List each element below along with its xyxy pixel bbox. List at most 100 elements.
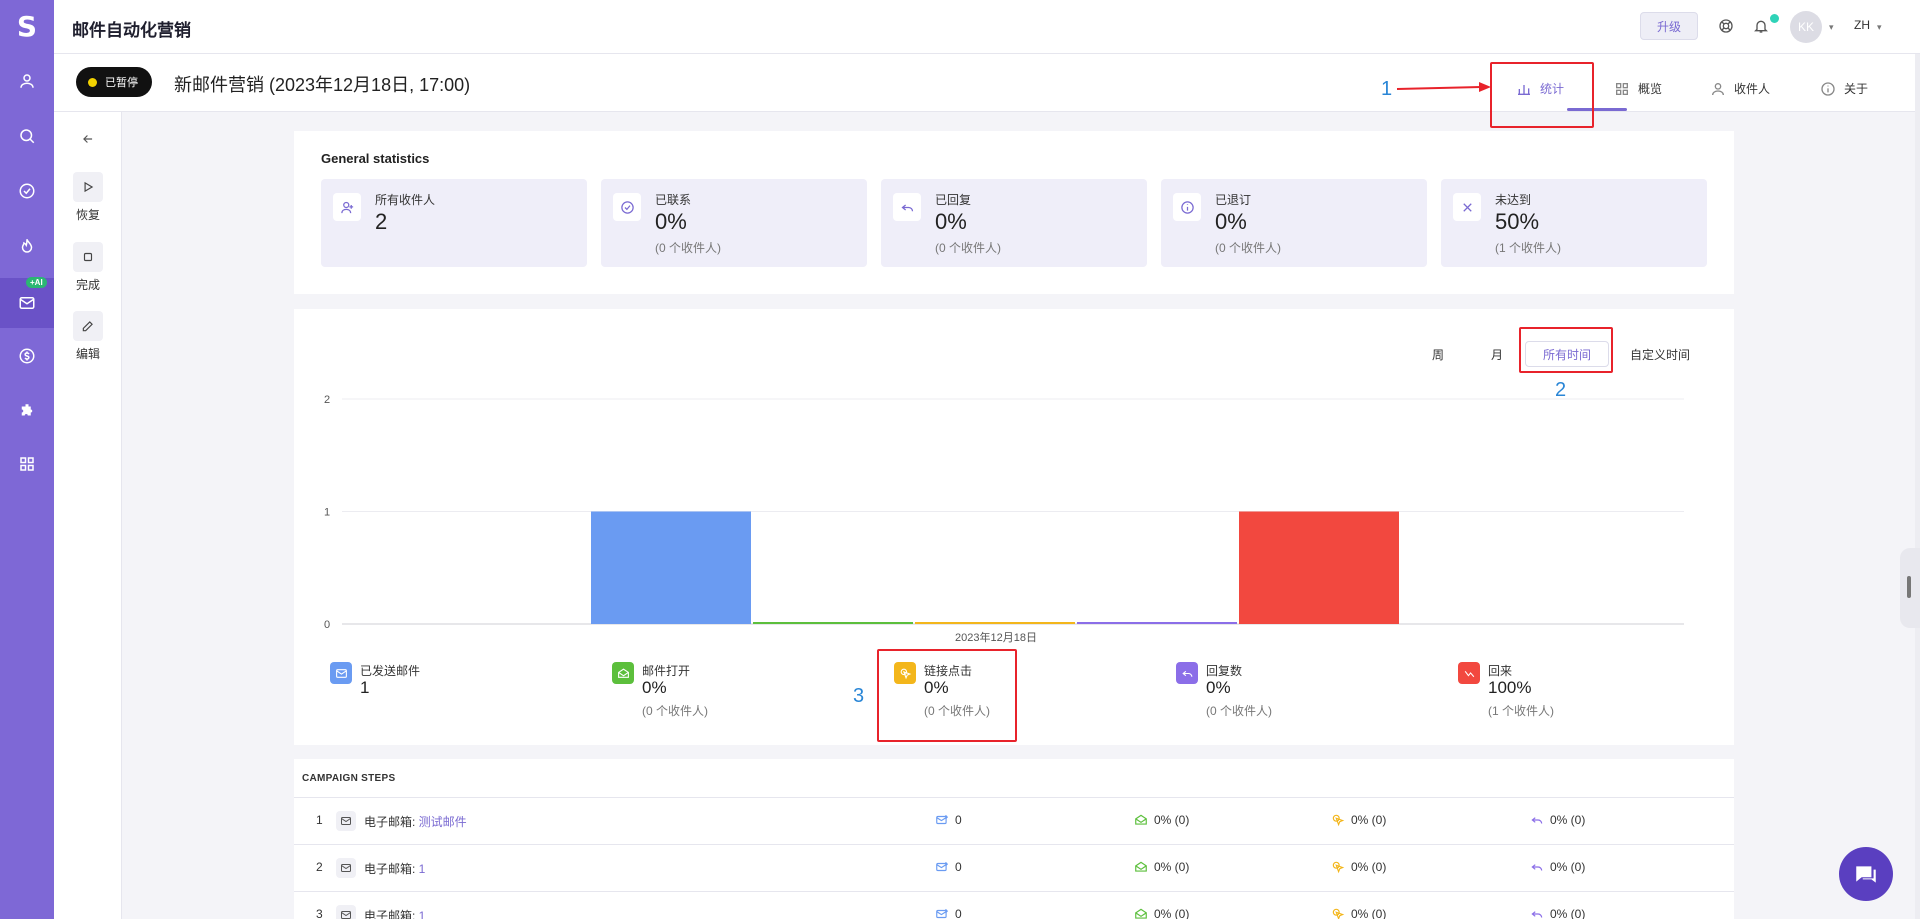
step-replied: 0% (0) [1530, 860, 1585, 874]
reply-icon [1530, 860, 1544, 874]
tasks-nav-icon[interactable] [0, 169, 54, 213]
metric-value: 100% [1488, 678, 1532, 697]
metric-sub: (0 个收件人) [642, 704, 709, 718]
step-link[interactable]: 1 [419, 909, 426, 919]
resume-label: 恢复 [75, 208, 100, 222]
stat-label: 已联系 [655, 193, 692, 207]
mail-icon [336, 858, 356, 878]
avatar-chevron-down-icon[interactable]: ▾ [1829, 22, 1834, 33]
step-number: 1 [316, 813, 323, 827]
ai-badge: +AI [26, 277, 47, 288]
chat-button[interactable] [1839, 847, 1893, 901]
stat-card-contacted: 已联系 0% (0 个收件人) [601, 179, 867, 267]
check-circle-icon [613, 193, 641, 221]
table-row[interactable]: 3 电子邮箱: 1 0 0% (0) 0% (0) 0% (0) [294, 891, 1734, 919]
step-clicked: 0% (0) [1331, 860, 1386, 874]
step-link[interactable]: 测试邮件 [419, 815, 467, 829]
contacts-nav-icon[interactable] [0, 59, 54, 103]
help-icon[interactable] [1716, 16, 1736, 36]
stat-sub: (1 个收件人) [1495, 241, 1562, 255]
step-name[interactable]: 电子邮箱: 1 [364, 860, 425, 877]
back-arrow-icon[interactable] [54, 132, 122, 146]
step-replied-value: 0% (0) [1550, 860, 1586, 874]
resume-button[interactable]: 恢复 [54, 172, 122, 223]
tab-recipients[interactable]: 收件人 [1710, 80, 1770, 97]
table-row[interactable]: 2 电子邮箱: 1 0 0% (0) 0% (0) 0% (0) [294, 844, 1734, 890]
stat-value: 0% [655, 209, 687, 234]
click-icon [1331, 907, 1345, 919]
table-row[interactable]: 1 电子邮箱: 测试邮件 0 0% (0) 0% (0) 0% (0) [294, 797, 1734, 843]
info-icon [1173, 193, 1201, 221]
app-logo[interactable]: S [0, 6, 54, 46]
step-name[interactable]: 电子邮箱: 测试邮件 [364, 813, 467, 830]
step-number: 2 [316, 860, 323, 874]
info-icon [1821, 81, 1835, 96]
billing-nav-icon[interactable] [0, 334, 54, 378]
bell-icon[interactable] [1751, 16, 1771, 36]
step-opened-value: 0% (0) [1154, 860, 1190, 874]
annotation-box-2 [1519, 327, 1613, 373]
apps-nav-icon[interactable] [0, 442, 54, 486]
timeframe-custom[interactable]: 自定义时间 [1630, 341, 1690, 367]
tab-overview[interactable]: 概览 [1614, 80, 1662, 97]
step-number: 3 [316, 907, 323, 919]
timeframe-week[interactable]: 周 [1432, 341, 1444, 367]
avatar[interactable]: KK [1790, 11, 1822, 43]
tab-about[interactable]: 关于 [1820, 80, 1868, 97]
campaign-steps-title: CAMPAIGN STEPS [302, 773, 396, 784]
step-opened: 0% (0) [1134, 860, 1189, 874]
step-link[interactable]: 1 [419, 862, 426, 876]
step-name[interactable]: 电子邮箱: 1 [364, 907, 425, 919]
top-bar: 邮件自动化营销 升级 KK ▾ ZH ▾ [54, 0, 1920, 54]
campaign-title: 新邮件营销 (2023年12月18日, 17:00) [174, 75, 471, 95]
language-chevron-down-icon[interactable]: ▾ [1877, 22, 1882, 33]
integrations-nav-icon[interactable] [0, 389, 54, 433]
upgrade-button[interactable]: 升级 [1640, 12, 1698, 40]
edit-button[interactable]: 编辑 [54, 311, 122, 362]
mail-open-icon [612, 662, 634, 684]
status-badge[interactable]: 已暂停 [76, 67, 152, 97]
mail-icon [336, 905, 356, 919]
reply-icon [893, 193, 921, 221]
step-prefix: 电子邮箱: [364, 815, 419, 829]
step-replied-value: 0% (0) [1550, 813, 1586, 827]
search-nav-icon[interactable] [0, 114, 54, 158]
x-icon [1453, 193, 1481, 221]
stat-sub: (0 个收件人) [935, 241, 1002, 255]
chart-bar [1077, 622, 1237, 624]
mail-send-icon [935, 813, 949, 827]
language-selector[interactable]: ZH [1854, 18, 1870, 32]
chat-icon [1856, 866, 1876, 883]
side-drawer-handle[interactable] [1900, 548, 1920, 628]
left-nav-bar: S +AI [0, 0, 54, 919]
step-sent: 0 [935, 907, 962, 919]
mail-send-icon [330, 662, 352, 684]
metric-value: 0% [642, 678, 667, 697]
stop-icon [83, 252, 93, 262]
stat-value: 2 [375, 209, 388, 234]
fire-nav-icon[interactable] [0, 224, 54, 268]
step-sent-value: 0 [955, 813, 962, 827]
step-sent: 0 [935, 860, 962, 874]
reply-icon [1530, 907, 1544, 919]
stat-sub: (0 个收件人) [655, 241, 722, 255]
stat-card-all-recipients: 所有收件人 2 [321, 179, 587, 267]
step-clicked-value: 0% (0) [1351, 860, 1387, 874]
step-clicked: 0% (0) [1331, 813, 1386, 827]
metric-sub: (0 个收件人) [1206, 704, 1273, 718]
mail-open-icon [1134, 907, 1148, 919]
timeframe-month[interactable]: 月 [1491, 341, 1503, 367]
status-label: 已暂停 [105, 77, 138, 89]
y-tick-label: 1 [324, 507, 330, 519]
stat-card-replied: 已回复 0% (0 个收件人) [881, 179, 1147, 267]
tab-label: 收件人 [1734, 82, 1771, 96]
step-sent: 0 [935, 813, 962, 827]
mail-send-icon [935, 860, 949, 874]
complete-button[interactable]: 完成 [54, 242, 122, 293]
page-scrollbar[interactable] [1915, 54, 1920, 919]
reply-icon [1176, 662, 1198, 684]
step-clicked: 0% (0) [1331, 907, 1386, 919]
annotation-number-1: 1 [1381, 78, 1393, 100]
stat-card-unsubscribed: 已退订 0% (0 个收件人) [1161, 179, 1427, 267]
x-tick-label: 2023年12月18日 [955, 630, 1037, 644]
